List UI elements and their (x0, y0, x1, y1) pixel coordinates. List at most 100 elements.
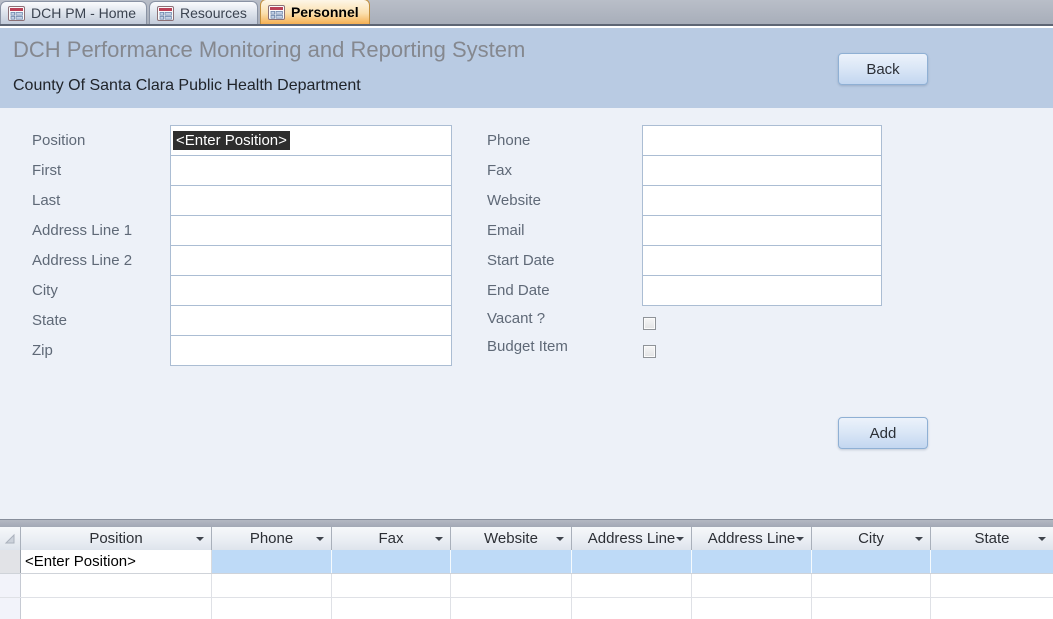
table-row (0, 598, 1053, 619)
column-dropdown-icon[interactable] (915, 537, 923, 541)
website-input[interactable] (642, 185, 882, 216)
website-label: Website (487, 186, 541, 216)
first-label: First (32, 156, 61, 186)
column-dropdown-icon[interactable] (676, 537, 684, 541)
address-line-2-label: Address Line 2 (32, 246, 132, 276)
column-header-label: Phone (250, 530, 293, 547)
cell-fax[interactable] (332, 574, 451, 597)
tab-personnel[interactable]: Personnel (260, 0, 370, 24)
cell-phone[interactable] (212, 574, 332, 597)
phone-label: Phone (487, 126, 530, 156)
email-input[interactable] (642, 215, 882, 246)
cell-website[interactable] (451, 550, 572, 573)
last-input[interactable] (170, 185, 452, 216)
cell-city[interactable] (812, 574, 931, 597)
column-header-label: Fax (378, 530, 403, 547)
cell-website[interactable] (451, 598, 572, 619)
cell-city[interactable] (812, 598, 931, 619)
column-header-city[interactable]: City (812, 527, 931, 550)
header-band: DCH Performance Monitoring and Reporting… (0, 28, 1053, 108)
column-header-label: Website (484, 530, 538, 547)
cell-position[interactable] (21, 598, 212, 619)
record-selector[interactable] (0, 598, 21, 619)
select-all-triangle-icon (4, 533, 16, 545)
cell-address-line-1[interactable] (572, 550, 692, 573)
column-dropdown-icon[interactable] (1038, 537, 1046, 541)
cell-position[interactable] (21, 574, 212, 597)
column-header-state[interactable]: State (931, 527, 1053, 550)
cell-address-line-1[interactable] (572, 598, 692, 619)
address-line-2-input[interactable] (170, 245, 452, 276)
page-subtitle: County Of Santa Clara Public Health Depa… (13, 77, 361, 95)
page-title: DCH Performance Monitoring and Reporting… (13, 37, 525, 63)
position-input[interactable]: <Enter Position> (170, 125, 452, 156)
cell-fax[interactable] (332, 550, 451, 573)
select-all-corner[interactable] (0, 527, 21, 550)
fax-label: Fax (487, 156, 512, 186)
cell-address-line-2[interactable] (692, 550, 812, 573)
address-line-1-label: Address Line 1 (32, 216, 132, 246)
cell-address-line-1[interactable] (572, 574, 692, 597)
cell-website[interactable] (451, 574, 572, 597)
cell-address-line-2[interactable] (692, 598, 812, 619)
column-header-phone[interactable]: Phone (212, 527, 332, 550)
column-dropdown-icon[interactable] (435, 537, 443, 541)
column-header-label: Address Line (588, 530, 676, 547)
tab-strip: DCH PM - Home Resources Personnel (0, 0, 1053, 26)
email-label: Email (487, 216, 525, 246)
address-line-1-input[interactable] (170, 215, 452, 246)
column-header-website[interactable]: Website (451, 527, 572, 550)
column-dropdown-icon[interactable] (556, 537, 564, 541)
record-selector[interactable] (0, 574, 21, 597)
cell-state[interactable] (931, 598, 1053, 619)
cell-state[interactable] (931, 574, 1053, 597)
form-icon (157, 6, 174, 21)
cell-address-line-2[interactable] (692, 574, 812, 597)
cell-city[interactable] (812, 550, 931, 573)
column-header-address-line-2[interactable]: Address Line (692, 527, 812, 550)
form-area: Position First Last Address Line 1 Addre… (0, 108, 1053, 519)
cell-position[interactable]: <Enter Position> (21, 550, 212, 573)
zip-input[interactable] (170, 335, 452, 366)
start-date-label: Start Date (487, 246, 555, 276)
tab-resources[interactable]: Resources (149, 1, 258, 24)
tab-dch-pm-home[interactable]: DCH PM - Home (0, 1, 147, 24)
table-row: <Enter Position> (0, 550, 1053, 574)
cell-phone[interactable] (212, 598, 332, 619)
city-input[interactable] (170, 275, 452, 306)
form-icon (268, 5, 285, 20)
end-date-input[interactable] (642, 275, 882, 306)
datasheet-header-row: Position Phone Fax Website Address Line … (0, 527, 1053, 550)
table-row (0, 574, 1053, 598)
record-selector[interactable] (0, 550, 21, 573)
cell-state[interactable] (931, 550, 1053, 573)
column-dropdown-icon[interactable] (796, 537, 804, 541)
column-header-label: State (974, 530, 1009, 547)
cell-fax[interactable] (332, 598, 451, 619)
start-date-input[interactable] (642, 245, 882, 276)
column-header-fax[interactable]: Fax (332, 527, 451, 550)
first-input[interactable] (170, 155, 452, 186)
state-input[interactable] (170, 305, 452, 336)
column-dropdown-icon[interactable] (196, 537, 204, 541)
cell-phone[interactable] (212, 550, 332, 573)
fax-input[interactable] (642, 155, 882, 186)
tab-label: DCH PM - Home (31, 5, 136, 21)
vacant-checkbox[interactable] (643, 317, 656, 330)
budget-item-label: Budget Item (487, 332, 568, 362)
zip-label: Zip (32, 336, 53, 366)
column-header-label: City (858, 530, 884, 547)
form-icon (8, 6, 25, 21)
column-header-label: Address Line (708, 530, 796, 547)
column-header-address-line-1[interactable]: Address Line (572, 527, 692, 550)
datasheet-top-border (0, 519, 1053, 527)
tab-label: Resources (180, 5, 247, 21)
back-button[interactable]: Back (838, 53, 928, 85)
phone-input[interactable] (642, 125, 882, 156)
column-header-position[interactable]: Position (21, 527, 212, 550)
position-selected-text: <Enter Position> (173, 131, 290, 150)
budget-item-checkbox[interactable] (643, 345, 656, 358)
add-button[interactable]: Add (838, 417, 928, 449)
column-dropdown-icon[interactable] (316, 537, 324, 541)
vacant-label: Vacant ? (487, 304, 545, 334)
